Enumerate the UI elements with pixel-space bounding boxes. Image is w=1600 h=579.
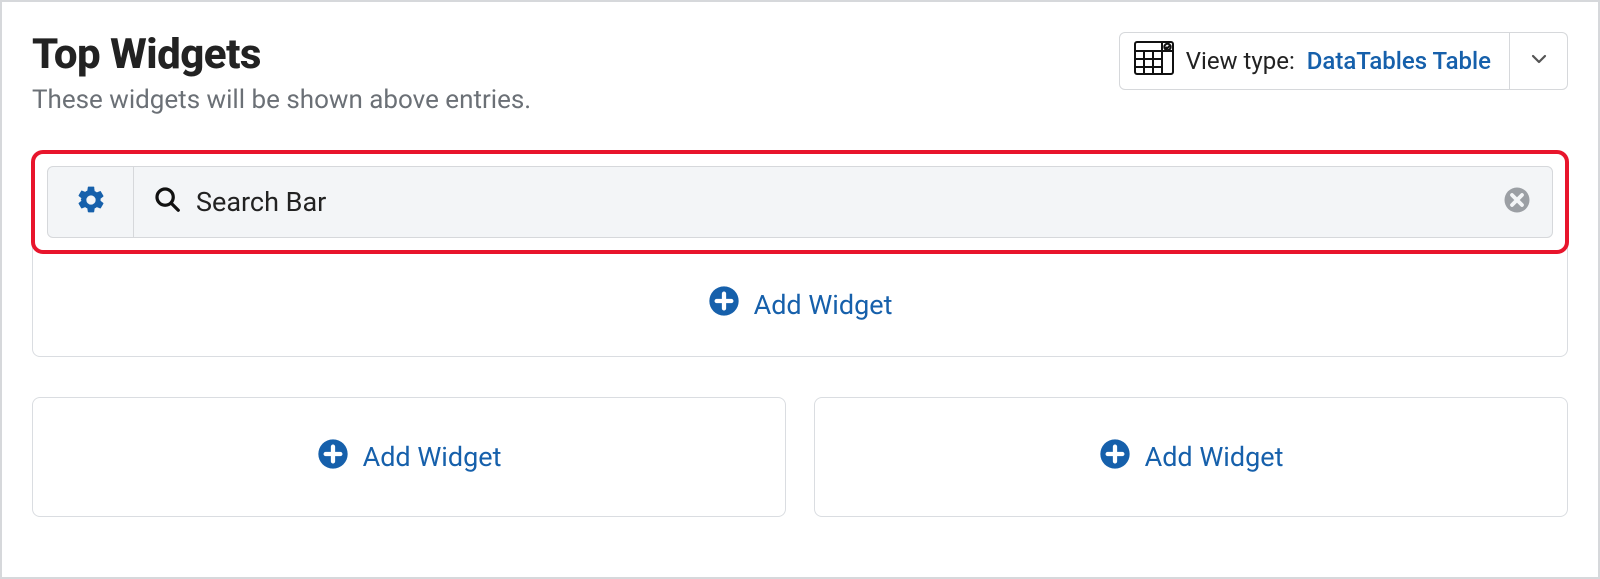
column-widget-zones: Add Widget Add Widget [32,397,1568,517]
table-layout-icon [1134,41,1174,81]
add-widget-button-top[interactable]: Add Widget [33,252,1567,356]
search-bar-widget[interactable]: Search Bar [47,166,1553,238]
page-subtitle: These widgets will be shown above entrie… [32,85,531,115]
view-type-value: DataTables Table [1307,47,1491,75]
widget-label: Search Bar [196,186,326,218]
plus-circle-icon [317,438,349,477]
add-widget-label: Add Widget [363,441,502,473]
view-type-button[interactable]: View type: DataTables Table [1119,32,1510,90]
view-type-label: View type: [1186,47,1295,75]
search-bar-widget-highlight: Search Bar [33,152,1567,252]
widget-label-cell: Search Bar [134,167,1482,237]
chevron-down-icon [1529,49,1549,73]
plus-circle-icon [1099,438,1131,477]
add-widget-label: Add Widget [1145,441,1284,473]
page-title: Top Widgets [32,30,531,79]
view-type-selector: View type: DataTables Table [1119,32,1568,90]
view-type-dropdown-toggle[interactable] [1510,32,1568,90]
add-widget-button-col-right[interactable]: Add Widget [814,397,1568,517]
title-block: Top Widgets These widgets will be shown … [32,30,531,115]
close-circle-icon [1502,185,1532,219]
add-widget-button-col-left[interactable]: Add Widget [32,397,786,517]
add-widget-label: Add Widget [754,289,893,321]
top-widgets-panel: Top Widgets These widgets will be shown … [0,0,1600,579]
plus-circle-icon [708,285,740,324]
search-icon [152,184,182,221]
widget-settings-button[interactable] [48,167,134,237]
header-row: Top Widgets These widgets will be shown … [32,30,1568,115]
top-widgets-zone: Search Bar Add Wi [32,151,1568,357]
gear-icon [75,184,107,220]
widget-remove-button[interactable] [1482,167,1552,237]
